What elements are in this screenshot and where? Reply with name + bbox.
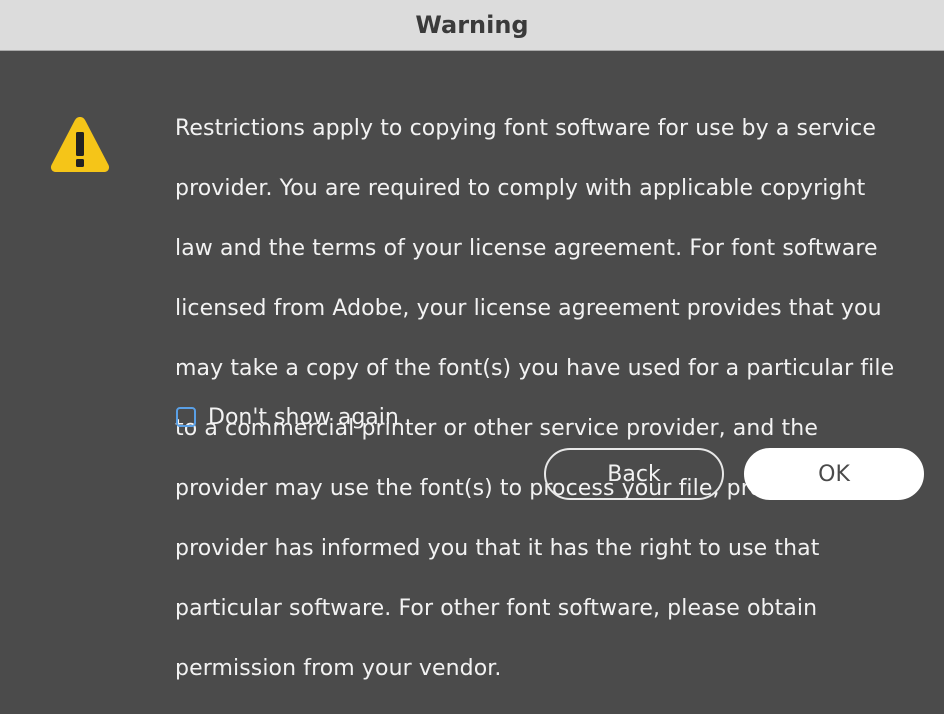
- message-line: provider has informed you that it has th…: [175, 536, 820, 561]
- dont-show-again-label[interactable]: Don't show again: [208, 405, 399, 430]
- message-line: provider. You are required to comply wit…: [175, 176, 866, 201]
- warning-dialog: Warning Restrictions apply to copying fo…: [0, 0, 944, 681]
- dialog-title: Warning: [415, 11, 529, 39]
- warning-message: Restrictions apply to copying font softw…: [175, 84, 930, 714]
- dont-show-again-row[interactable]: Don't show again: [176, 404, 399, 430]
- warning-triangle-icon: [49, 114, 111, 176]
- dont-show-again-checkbox[interactable]: [176, 407, 196, 427]
- message-line: licensed from Adobe, your license agreem…: [175, 296, 882, 321]
- back-button-label: Back: [607, 461, 661, 487]
- ok-button-label: OK: [818, 461, 850, 487]
- back-button[interactable]: Back: [544, 448, 724, 500]
- message-line: particular software. For other font soft…: [175, 596, 818, 621]
- message-line: law and the terms of your license agreem…: [175, 236, 878, 261]
- title-bar[interactable]: Warning: [0, 0, 944, 51]
- message-line: permission from your vendor.: [175, 656, 502, 681]
- message-line: Restrictions apply to copying font softw…: [175, 116, 877, 141]
- ok-button[interactable]: OK: [744, 448, 924, 500]
- message-line: may take a copy of the font(s) you have …: [175, 356, 895, 381]
